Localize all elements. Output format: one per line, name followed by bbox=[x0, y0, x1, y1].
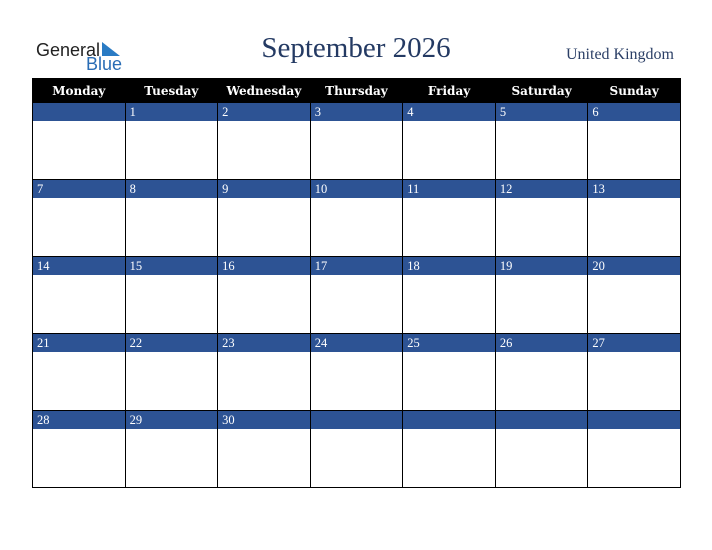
week-row: 14 15 16 17 18 19 20 bbox=[32, 256, 681, 334]
day-cell[interactable]: 4 bbox=[402, 102, 496, 180]
day-number: 16 bbox=[218, 257, 310, 275]
day-number: 12 bbox=[495, 180, 588, 198]
week-row: 28 29 30 bbox=[32, 410, 681, 488]
day-cell[interactable]: 29 bbox=[124, 410, 219, 488]
day-cell[interactable]: 28 bbox=[32, 410, 126, 488]
day-cell[interactable]: 17 bbox=[309, 256, 404, 334]
day-cell[interactable]: 15 bbox=[124, 256, 219, 334]
week-row: 7 8 9 10 11 12 13 bbox=[32, 179, 681, 257]
day-cell[interactable]: 11 bbox=[402, 179, 496, 257]
day-cell[interactable]: 23 bbox=[217, 333, 311, 411]
day-number: 25 bbox=[403, 334, 495, 352]
day-number: 2 bbox=[218, 103, 310, 121]
day-cell[interactable]: 5 bbox=[494, 102, 589, 180]
weekday-friday: Friday bbox=[402, 78, 496, 103]
day-cell[interactable]: 3 bbox=[309, 102, 404, 180]
day-cell[interactable] bbox=[32, 102, 126, 180]
day-cell[interactable]: 20 bbox=[587, 256, 681, 334]
day-cell[interactable]: 9 bbox=[217, 179, 311, 257]
day-number: 13 bbox=[588, 180, 680, 198]
weekday-tuesday: Tuesday bbox=[124, 78, 219, 103]
day-cell[interactable]: 12 bbox=[494, 179, 589, 257]
day-number: 9 bbox=[218, 180, 310, 198]
calendar-grid: Monday Tuesday Wednesday Thursday Friday Satu… bbox=[32, 78, 681, 488]
day-cell[interactable]: 1 bbox=[124, 102, 219, 180]
day-cell[interactable]: 14 bbox=[32, 256, 126, 334]
week-row: 21 22 23 24 25 26 27 bbox=[32, 333, 681, 411]
weekday-thursday: Thursday bbox=[309, 78, 404, 103]
day-cell[interactable]: 18 bbox=[402, 256, 496, 334]
day-number: 3 bbox=[310, 103, 403, 121]
day-cell[interactable]: 13 bbox=[587, 179, 681, 257]
day-number bbox=[33, 103, 125, 121]
week-row: 123456 bbox=[32, 102, 681, 180]
day-cell[interactable]: 7 bbox=[32, 179, 126, 257]
day-number: 26 bbox=[495, 334, 588, 352]
day-cell[interactable]: 26 bbox=[494, 333, 589, 411]
day-cell[interactable] bbox=[587, 410, 681, 488]
weekday-monday: Monday bbox=[32, 78, 126, 103]
day-cell[interactable]: 19 bbox=[494, 256, 589, 334]
day-number: 29 bbox=[125, 411, 218, 429]
day-number: 8 bbox=[125, 180, 218, 198]
day-number: 4 bbox=[403, 103, 495, 121]
day-number: 20 bbox=[588, 257, 680, 275]
weekday-wednesday: Wednesday bbox=[217, 78, 311, 103]
day-cell[interactable]: 8 bbox=[124, 179, 219, 257]
day-number: 1 bbox=[125, 103, 218, 121]
day-number: 23 bbox=[218, 334, 310, 352]
day-number: 7 bbox=[33, 180, 125, 198]
day-number: 11 bbox=[403, 180, 495, 198]
day-cell[interactable]: 22 bbox=[124, 333, 219, 411]
day-cell[interactable]: 6 bbox=[587, 102, 681, 180]
country-label: United Kingdom bbox=[566, 46, 674, 63]
day-number: 21 bbox=[33, 334, 125, 352]
day-number: 6 bbox=[588, 103, 680, 121]
day-cell[interactable]: 27 bbox=[587, 333, 681, 411]
day-number bbox=[588, 411, 680, 429]
day-cell[interactable]: 25 bbox=[402, 333, 496, 411]
day-number: 24 bbox=[310, 334, 403, 352]
day-cell[interactable]: 2 bbox=[217, 102, 311, 180]
day-cell[interactable] bbox=[494, 410, 589, 488]
day-cell[interactable] bbox=[402, 410, 496, 488]
day-cell[interactable]: 16 bbox=[217, 256, 311, 334]
day-number bbox=[403, 411, 495, 429]
day-number: 15 bbox=[125, 257, 218, 275]
day-cell[interactable]: 21 bbox=[32, 333, 126, 411]
day-number bbox=[310, 411, 403, 429]
day-cell[interactable]: 24 bbox=[309, 333, 404, 411]
weekday-sunday: Sunday bbox=[587, 78, 681, 103]
day-number: 17 bbox=[310, 257, 403, 275]
day-number: 22 bbox=[125, 334, 218, 352]
day-cell[interactable]: 10 bbox=[309, 179, 404, 257]
day-number: 18 bbox=[403, 257, 495, 275]
weekday-saturday: Saturday bbox=[494, 78, 589, 103]
day-number: 19 bbox=[495, 257, 588, 275]
day-number: 30 bbox=[218, 411, 310, 429]
weekday-header-row: Monday Tuesday Wednesday Thursday Friday Satu… bbox=[32, 78, 681, 103]
day-cell[interactable]: 30 bbox=[217, 410, 311, 488]
day-cell[interactable] bbox=[309, 410, 404, 488]
day-number bbox=[495, 411, 588, 429]
day-number: 10 bbox=[310, 180, 403, 198]
day-number: 27 bbox=[588, 334, 680, 352]
day-number: 5 bbox=[495, 103, 588, 121]
day-number: 14 bbox=[33, 257, 125, 275]
day-number: 28 bbox=[33, 411, 125, 429]
